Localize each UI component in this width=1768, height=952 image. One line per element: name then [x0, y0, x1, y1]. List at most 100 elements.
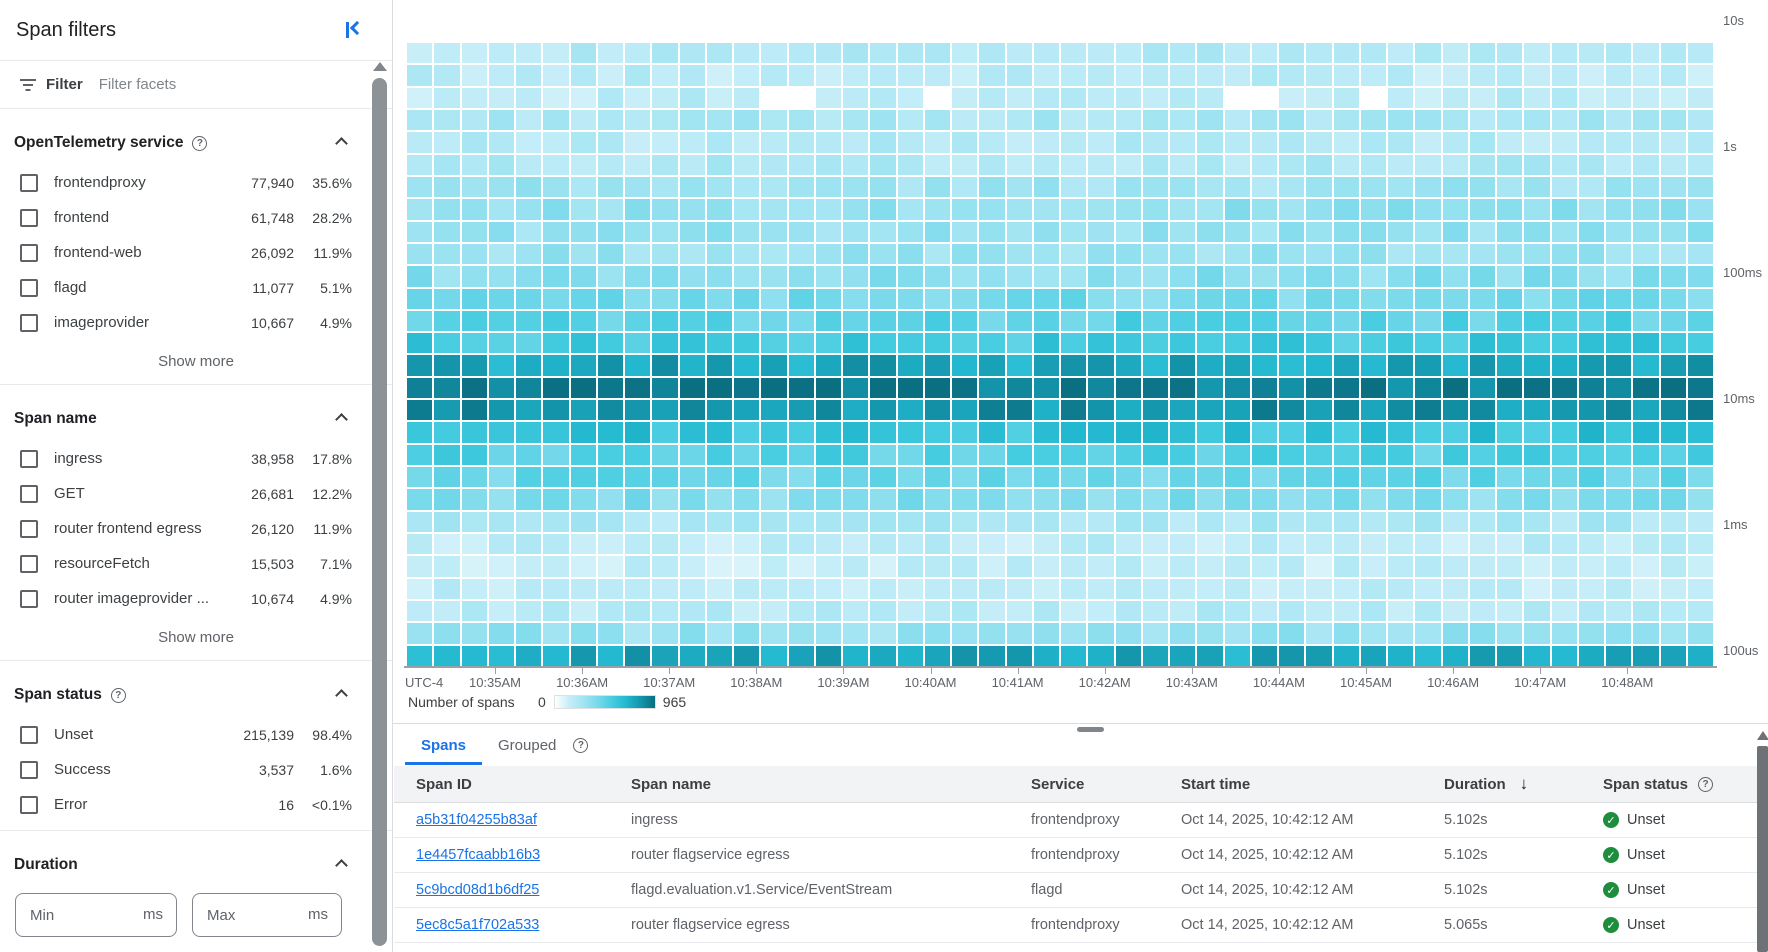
heatmap-cell[interactable]: [1388, 199, 1413, 219]
heatmap-cell[interactable]: [1361, 601, 1386, 621]
heatmap-cell[interactable]: [489, 623, 514, 643]
heatmap-cell[interactable]: [598, 88, 623, 108]
heatmap-cell[interactable]: [1143, 266, 1168, 286]
heatmap-cell[interactable]: [1497, 422, 1522, 442]
heatmap-cell[interactable]: [1197, 43, 1222, 63]
heatmap-cell[interactable]: [843, 378, 868, 398]
heatmap-cell[interactable]: [1606, 266, 1631, 286]
heatmap-cell[interactable]: [1552, 467, 1577, 487]
heatmap-cell[interactable]: [1334, 489, 1359, 509]
heatmap-cell[interactable]: [870, 467, 895, 487]
heatmap-cell[interactable]: [571, 289, 596, 309]
heatmap-cell[interactable]: [707, 445, 732, 465]
heatmap-cell[interactable]: [598, 378, 623, 398]
checkbox[interactable]: [20, 726, 38, 744]
heatmap-cell[interactable]: [1252, 601, 1277, 621]
heatmap-cell[interactable]: [1306, 534, 1331, 554]
heatmap-cell[interactable]: [1633, 422, 1658, 442]
heatmap-cell[interactable]: [816, 222, 841, 242]
heatmap-cell[interactable]: [707, 43, 732, 63]
heatmap-cell[interactable]: [652, 534, 677, 554]
heatmap-cell[interactable]: [543, 422, 568, 442]
heatmap-cell[interactable]: [516, 556, 541, 576]
heatmap-cell[interactable]: [789, 467, 814, 487]
heatmap-cell[interactable]: [407, 222, 432, 242]
heatmap-cell[interactable]: [1279, 534, 1304, 554]
heatmap-cell[interactable]: [1524, 177, 1549, 197]
heatmap-cell[interactable]: [1034, 289, 1059, 309]
duration-heatmap[interactable]: [407, 43, 1713, 666]
heatmap-cell[interactable]: [1116, 601, 1141, 621]
heatmap-cell[interactable]: [1279, 244, 1304, 264]
heatmap-cell[interactable]: [1306, 65, 1331, 85]
heatmap-cell[interactable]: [1279, 378, 1304, 398]
heatmap-cell[interactable]: [1633, 378, 1658, 398]
heatmap-cell[interactable]: [1606, 646, 1631, 666]
heatmap-cell[interactable]: [816, 601, 841, 621]
heatmap-cell[interactable]: [761, 244, 786, 264]
heatmap-cell[interactable]: [543, 623, 568, 643]
heatmap-cell[interactable]: [843, 65, 868, 85]
heatmap-cell[interactable]: [1688, 378, 1713, 398]
heatmap-cell[interactable]: [1170, 556, 1195, 576]
heatmap-cell[interactable]: [1415, 199, 1440, 219]
heatmap-cell[interactable]: [1470, 623, 1495, 643]
heatmap-cell[interactable]: [1579, 445, 1604, 465]
heatmap-cell[interactable]: [625, 289, 650, 309]
heatmap-cell[interactable]: [407, 467, 432, 487]
heatmap-cell[interactable]: [1361, 400, 1386, 420]
heatmap-cell[interactable]: [1306, 132, 1331, 152]
heatmap-cell[interactable]: [1661, 65, 1686, 85]
heatmap-cell[interactable]: [1116, 266, 1141, 286]
heatmap-cell[interactable]: [1579, 378, 1604, 398]
heatmap-cell[interactable]: [1552, 355, 1577, 375]
heatmap-cell[interactable]: [1334, 110, 1359, 130]
heatmap-cell[interactable]: [462, 289, 487, 309]
heatmap-cell[interactable]: [979, 177, 1004, 197]
heatmap-cell[interactable]: [652, 512, 677, 532]
heatmap-cell[interactable]: [571, 65, 596, 85]
heatmap-cell[interactable]: [571, 378, 596, 398]
heatmap-cell[interactable]: [1443, 199, 1468, 219]
help-icon[interactable]: ?: [1698, 777, 1713, 792]
column-header-start[interactable]: Start time: [1181, 776, 1444, 793]
heatmap-cell[interactable]: [1633, 289, 1658, 309]
heatmap-cell[interactable]: [1497, 289, 1522, 309]
heatmap-cell[interactable]: [1470, 110, 1495, 130]
heatmap-cell[interactable]: [1334, 289, 1359, 309]
heatmap-cell[interactable]: [489, 132, 514, 152]
heatmap-cell[interactable]: [1688, 601, 1713, 621]
heatmap-cell[interactable]: [734, 43, 759, 63]
heatmap-cell[interactable]: [870, 601, 895, 621]
help-icon[interactable]: ?: [111, 688, 126, 703]
heatmap-cell[interactable]: [843, 289, 868, 309]
heatmap-cell[interactable]: [870, 289, 895, 309]
heatmap-cell[interactable]: [625, 177, 650, 197]
heatmap-cell[interactable]: [462, 646, 487, 666]
heatmap-cell[interactable]: [925, 355, 950, 375]
heatmap-cell[interactable]: [1034, 445, 1059, 465]
heatmap-cell[interactable]: [1061, 489, 1086, 509]
heatmap-cell[interactable]: [1552, 266, 1577, 286]
heatmap-cell[interactable]: [1470, 489, 1495, 509]
heatmap-cell[interactable]: [1606, 132, 1631, 152]
heatmap-cell[interactable]: [1579, 534, 1604, 554]
heatmap-cell[interactable]: [1170, 177, 1195, 197]
heatmap-cell[interactable]: [898, 422, 923, 442]
heatmap-cell[interactable]: [434, 355, 459, 375]
heatmap-cell[interactable]: [1088, 132, 1113, 152]
heatmap-cell[interactable]: [1143, 646, 1168, 666]
heatmap-cell[interactable]: [1306, 177, 1331, 197]
heatmap-cell[interactable]: [1252, 512, 1277, 532]
heatmap-cell[interactable]: [816, 199, 841, 219]
heatmap-cell[interactable]: [516, 601, 541, 621]
heatmap-cell[interactable]: [1088, 88, 1113, 108]
heatmap-cell[interactable]: [516, 579, 541, 599]
heatmap-cell[interactable]: [1061, 534, 1086, 554]
heatmap-cell[interactable]: [1252, 110, 1277, 130]
heatmap-cell[interactable]: [1306, 222, 1331, 242]
heatmap-cell[interactable]: [870, 43, 895, 63]
heatmap-cell[interactable]: [543, 65, 568, 85]
heatmap-cell[interactable]: [571, 311, 596, 331]
heatmap-cell[interactable]: [1034, 199, 1059, 219]
